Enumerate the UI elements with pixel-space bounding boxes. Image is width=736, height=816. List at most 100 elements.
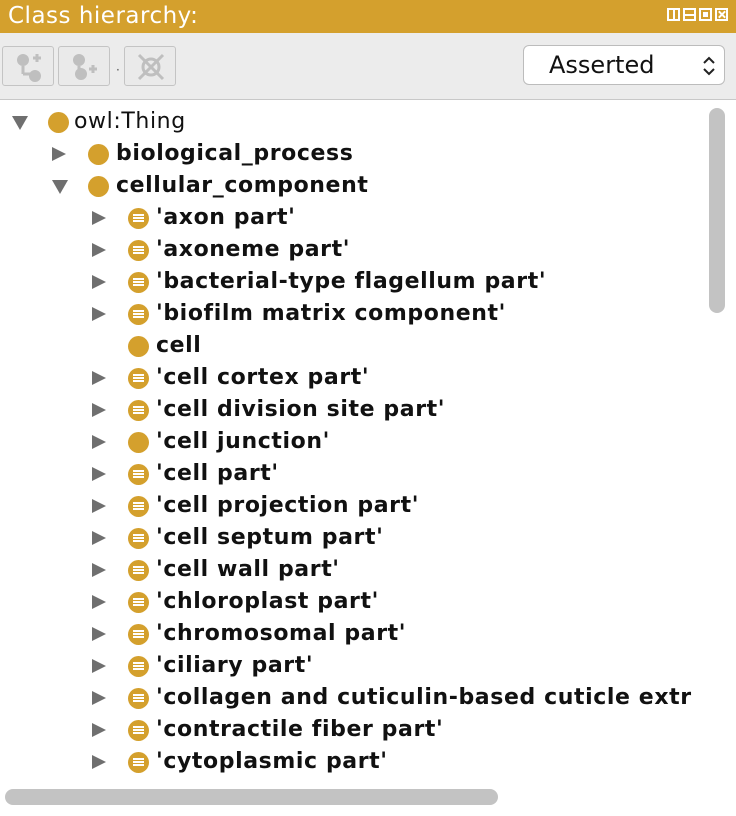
tree-row[interactable]: 'cell division site part' — [4, 394, 703, 426]
tree-row-label: 'chromosomal part' — [156, 621, 407, 646]
tree-row[interactable]: 'chloroplast part' — [4, 586, 703, 618]
tree-row-label: 'chloroplast part' — [156, 589, 379, 614]
close-icon[interactable] — [715, 8, 728, 21]
collapse-toggle-icon[interactable] — [92, 627, 106, 641]
tree-row[interactable]: biological_process — [4, 138, 703, 170]
expand-toggle-icon[interactable] — [12, 116, 28, 130]
tree-row[interactable]: 'bacterial-type flagellum part' — [4, 266, 703, 298]
split-view-icon[interactable] — [667, 8, 680, 21]
class-icon — [88, 176, 109, 197]
class-icon — [128, 336, 149, 357]
collapse-toggle-icon[interactable] — [92, 467, 106, 481]
panel-title: Class hierarchy: — [8, 3, 199, 29]
tree-row[interactable]: cell — [4, 330, 703, 362]
collapse-toggle-icon[interactable] — [92, 499, 106, 513]
defined-class-icon — [128, 400, 149, 421]
tree-row[interactable]: 'cell projection part' — [4, 490, 703, 522]
tree-row[interactable]: 'ciliary part' — [4, 650, 703, 682]
collapse-toggle-icon[interactable] — [92, 275, 106, 289]
tree-row[interactable]: owl:Thing — [4, 106, 703, 138]
tree-row[interactable]: 'contractile fiber part' — [4, 714, 703, 746]
vertical-scroll-thumb[interactable] — [709, 108, 725, 313]
defined-class-icon — [128, 688, 149, 709]
tree-row-label: 'contractile fiber part' — [156, 717, 444, 742]
tree-row-label: 'bacterial-type flagellum part' — [156, 269, 547, 294]
tree-row-label: 'axoneme part' — [156, 237, 351, 262]
defined-class-icon — [128, 528, 149, 549]
defined-class-icon — [128, 752, 149, 773]
collapse-toggle-icon[interactable] — [92, 243, 106, 257]
defined-class-icon — [128, 496, 149, 517]
maximize-icon[interactable] — [699, 8, 712, 21]
tree-row[interactable]: 'cell part' — [4, 458, 703, 490]
tree-row-label: 'axon part' — [156, 205, 296, 230]
defined-class-icon — [128, 272, 149, 293]
defined-class-icon — [128, 208, 149, 229]
tree-row[interactable]: 'collagen and cuticulin-based cuticle ex… — [4, 682, 703, 714]
expand-toggle-icon[interactable] — [52, 180, 68, 194]
tree-row[interactable]: 'chromosomal part' — [4, 618, 703, 650]
scroll-corner — [703, 781, 736, 816]
collapse-toggle-icon[interactable] — [92, 723, 106, 737]
tree-row[interactable]: 'axon part' — [4, 202, 703, 234]
tree-row-label: 'cell junction' — [156, 429, 330, 454]
collapse-toggle-icon[interactable] — [92, 371, 106, 385]
tree-row-label: owl:Thing — [74, 109, 186, 134]
toolbar-separator: · — [116, 63, 120, 77]
title-bar: Class hierarchy: — [0, 0, 736, 33]
horizontal-scrollbar[interactable] — [0, 781, 703, 816]
defined-class-icon — [128, 592, 149, 613]
delete-class-icon — [137, 53, 165, 81]
class-icon — [88, 144, 109, 165]
tree-row[interactable]: 'cell junction' — [4, 426, 703, 458]
tree-row[interactable]: 'axoneme part' — [4, 234, 703, 266]
window-controls — [667, 8, 728, 21]
add-subclass-icon — [17, 54, 41, 82]
tree-row-label: cell — [156, 333, 202, 358]
hierarchy-view-value: Asserted — [549, 51, 655, 79]
minimize-icon[interactable] — [683, 8, 696, 21]
tree-row-label: 'cell projection part' — [156, 493, 420, 518]
collapse-toggle-icon[interactable] — [92, 531, 106, 545]
hierarchy-view-select[interactable]: Asserted — [523, 45, 725, 85]
class-icon — [128, 432, 149, 453]
defined-class-icon — [128, 240, 149, 261]
delete-class-button[interactable] — [124, 46, 176, 86]
tree-row-label: 'biofilm matrix component' — [156, 301, 506, 326]
tree-row[interactable]: 'cytoplasmic part' — [4, 746, 703, 778]
tree-row-label: 'ciliary part' — [156, 653, 314, 678]
tree-row-label: 'cell septum part' — [156, 525, 384, 550]
collapse-toggle-icon[interactable] — [92, 563, 106, 577]
tree-row[interactable]: 'cell septum part' — [4, 522, 703, 554]
defined-class-icon — [128, 464, 149, 485]
collapse-toggle-icon[interactable] — [92, 307, 106, 321]
tree-row-label: 'cell cortex part' — [156, 365, 370, 390]
tree-row[interactable]: 'cell wall part' — [4, 554, 703, 586]
collapse-toggle-icon[interactable] — [92, 403, 106, 417]
collapse-toggle-icon[interactable] — [92, 659, 106, 673]
vertical-scrollbar[interactable] — [703, 101, 736, 781]
defined-class-icon — [128, 656, 149, 677]
class-tree[interactable]: owl:Thing biological_process cellular_comp… — [4, 101, 703, 781]
defined-class-icon — [128, 720, 149, 741]
add-sibling-class-icon — [73, 54, 97, 80]
add-sibling-class-button[interactable] — [58, 46, 110, 86]
chevron-up-down-icon — [703, 56, 715, 76]
tree-row[interactable]: cellular_component — [4, 170, 703, 202]
collapse-toggle-icon[interactable] — [52, 147, 66, 161]
tree-row-label: 'cell wall part' — [156, 557, 340, 582]
class-icon — [48, 112, 69, 133]
collapse-toggle-icon[interactable] — [92, 211, 106, 225]
collapse-toggle-icon[interactable] — [92, 755, 106, 769]
horizontal-scroll-thumb[interactable] — [5, 789, 498, 805]
collapse-toggle-icon[interactable] — [92, 595, 106, 609]
defined-class-icon — [128, 304, 149, 325]
tree-row-label: 'cell part' — [156, 461, 279, 486]
tree-row-label: 'collagen and cuticulin-based cuticle ex… — [156, 685, 692, 710]
tree-row[interactable]: 'biofilm matrix component' — [4, 298, 703, 330]
tree-row-label: 'cell division site part' — [156, 397, 446, 422]
tree-row[interactable]: 'cell cortex part' — [4, 362, 703, 394]
add-subclass-button[interactable] — [2, 46, 54, 86]
collapse-toggle-icon[interactable] — [92, 691, 106, 705]
collapse-toggle-icon[interactable] — [92, 435, 106, 449]
